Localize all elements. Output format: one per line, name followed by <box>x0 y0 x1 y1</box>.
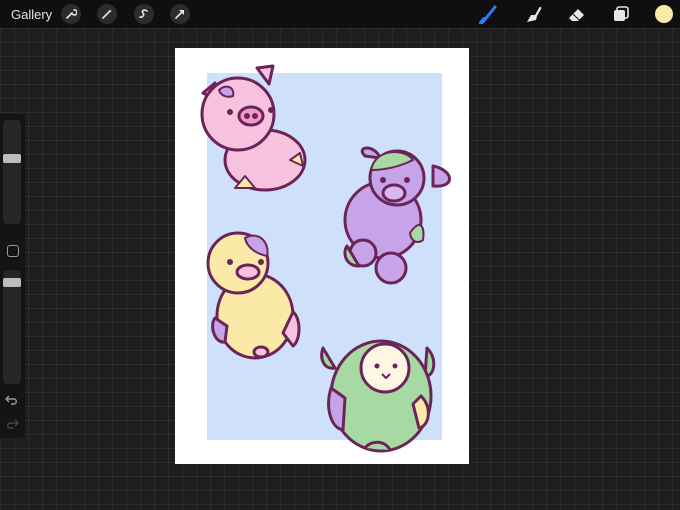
wrench-icon[interactable] <box>61 4 81 24</box>
opacity-thumb[interactable] <box>3 278 21 287</box>
modify-button[interactable] <box>7 245 19 257</box>
brush-size-slider[interactable] <box>3 120 21 224</box>
selection-icon[interactable] <box>134 4 154 24</box>
color-swatch[interactable] <box>655 5 673 23</box>
transform-arrow-icon[interactable] <box>170 4 190 24</box>
eraser-icon[interactable] <box>566 4 588 24</box>
top-toolbar: Gallery <box>0 0 680 28</box>
layers-icon[interactable] <box>610 4 632 24</box>
redo-icon[interactable] <box>5 418 19 430</box>
left-sidebar <box>0 114 25 438</box>
opacity-slider[interactable] <box>3 270 21 384</box>
undo-icon[interactable] <box>5 394 19 406</box>
artwork <box>200 64 451 453</box>
brush-icon[interactable] <box>478 4 500 25</box>
drawing-canvas[interactable] <box>175 48 469 464</box>
magic-wand-icon[interactable] <box>97 4 117 24</box>
gallery-button[interactable]: Gallery <box>11 7 52 22</box>
brush-size-thumb[interactable] <box>3 154 21 163</box>
smudge-icon[interactable] <box>522 4 544 24</box>
